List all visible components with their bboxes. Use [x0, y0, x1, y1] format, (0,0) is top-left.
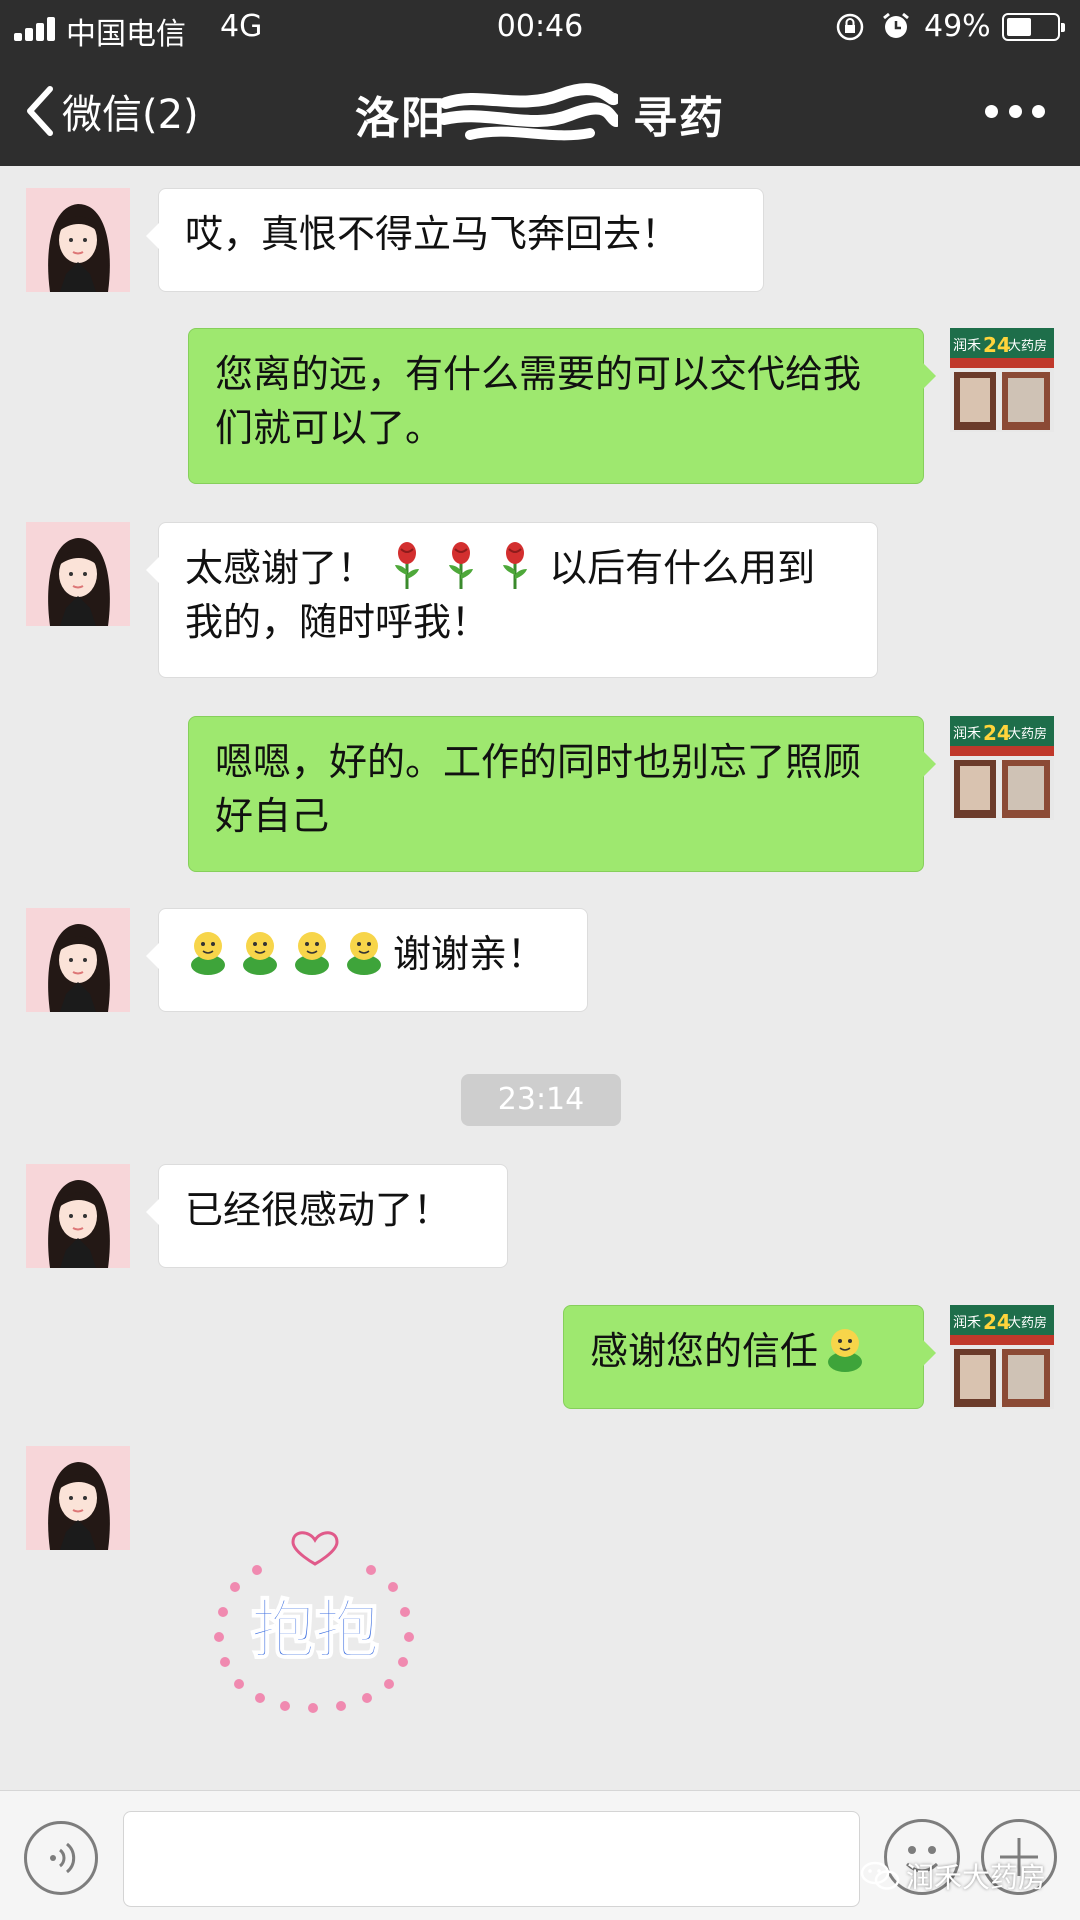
shop-sign-number: 24: [983, 333, 1011, 357]
my-avatar[interactable]: 润禾 24 大药房: [950, 328, 1054, 432]
voice-input-button[interactable]: [24, 1821, 98, 1895]
navigation-bar: 微信(2) 洛阳 寻药: [0, 55, 1080, 166]
shop-sign-line1: 润禾: [953, 726, 981, 742]
pharmacy-storefront-avatar: 润禾 24 大药房: [950, 328, 1054, 432]
contact-avatar[interactable]: [26, 188, 130, 292]
smiley-emoji-icon: [828, 1329, 863, 1372]
sticker-text: 抱抱: [251, 1594, 379, 1668]
woman-avatar-icon: [26, 522, 130, 626]
message-input[interactable]: [123, 1811, 860, 1907]
status-time: 00:46: [496, 9, 584, 44]
wechat-logo-icon: [860, 1861, 900, 1890]
battery-fill: [1007, 18, 1031, 36]
battery-icon: [1002, 13, 1065, 41]
contact-avatar[interactable]: [26, 908, 130, 1012]
shop-sign-line2: 大药房: [1008, 726, 1047, 742]
contact-avatar[interactable]: [26, 522, 130, 626]
received-message[interactable]: 谢谢亲！: [146, 908, 588, 1012]
message-text: 您离的远，有什么需要的可以交代给我们就可以了。: [215, 352, 862, 450]
smiley-emoji-icon: [243, 932, 277, 975]
rose-emoji-icon: [449, 542, 474, 589]
smiley-emoji-icon: [191, 932, 225, 975]
shop-sign-line1: 润禾: [953, 338, 981, 354]
hug-sticker[interactable]: 抱抱: [195, 1512, 435, 1717]
woman-avatar-icon: [26, 188, 130, 292]
message-text: 谢谢亲！: [393, 932, 546, 976]
received-message[interactable]: 已经很感动了！: [146, 1164, 508, 1268]
shop-sign-number: 24: [983, 1310, 1011, 1334]
shop-sign-line2: 大药房: [1008, 1315, 1047, 1331]
watermark: 润禾大药房: [860, 1856, 1046, 1896]
smiley-emoji-icon: [295, 932, 329, 975]
sent-message[interactable]: 您离的远，有什么需要的可以交代给我们就可以了。: [188, 328, 936, 484]
rotation-lock-icon: [836, 13, 864, 41]
contact-avatar[interactable]: [26, 1446, 130, 1550]
shop-sign-line1: 润禾: [953, 1315, 981, 1331]
battery-percent: 49%: [924, 9, 991, 44]
pharmacy-storefront-avatar: 润禾 24 大药房: [950, 716, 1054, 820]
my-avatar[interactable]: 润禾 24 大药房: [950, 716, 1054, 820]
rose-emoji-icon: [395, 542, 420, 589]
message-text: 嗯嗯，好的。工作的同时也别忘了照顾好自己: [215, 740, 862, 838]
received-message[interactable]: 哎，真恨不得立马飞奔回去！: [146, 188, 764, 292]
redaction-scribble: [440, 83, 618, 141]
more-options-button[interactable]: [985, 103, 1045, 119]
voice-icon: [50, 1842, 76, 1874]
chat-title-start: 洛阳: [355, 93, 447, 144]
shop-sign-line2: 大药房: [1008, 338, 1047, 354]
input-toolbar: [0, 1790, 1080, 1920]
pharmacy-storefront-avatar: 润禾 24 大药房: [950, 1305, 1054, 1409]
status-bar: 中国电信 4G 00:46 49%: [0, 0, 1080, 55]
rose-emoji-icon: [503, 542, 528, 589]
shop-sign-number: 24: [983, 721, 1011, 745]
sent-message[interactable]: 感谢您的信任: [563, 1305, 936, 1409]
smiley-emoji-icon: [347, 932, 381, 975]
sent-message[interactable]: 嗯嗯，好的。工作的同时也别忘了照顾好自己: [188, 716, 936, 872]
received-message[interactable]: 太感谢了！ 以后有什么用到我的，随时呼我！: [146, 522, 878, 678]
woman-avatar-icon: [26, 908, 130, 1012]
message-timestamp: 23:14: [461, 1074, 621, 1126]
woman-avatar-icon: [26, 1164, 130, 1268]
alarm-icon: [883, 12, 909, 38]
message-text: 已经很感动了！: [185, 1188, 452, 1232]
chat-title-end: 寻药: [633, 93, 725, 144]
my-avatar[interactable]: 润禾 24 大药房: [950, 1305, 1054, 1409]
message-text: 感谢您的信任: [590, 1329, 819, 1373]
message-text: 哎，真恨不得立马飞奔回去！: [185, 212, 680, 256]
woman-avatar-icon: [26, 1446, 130, 1550]
watermark-text: 润禾大药房: [906, 1861, 1047, 1894]
contact-avatar[interactable]: [26, 1164, 130, 1268]
message-text: 太感谢了！: [185, 546, 376, 590]
